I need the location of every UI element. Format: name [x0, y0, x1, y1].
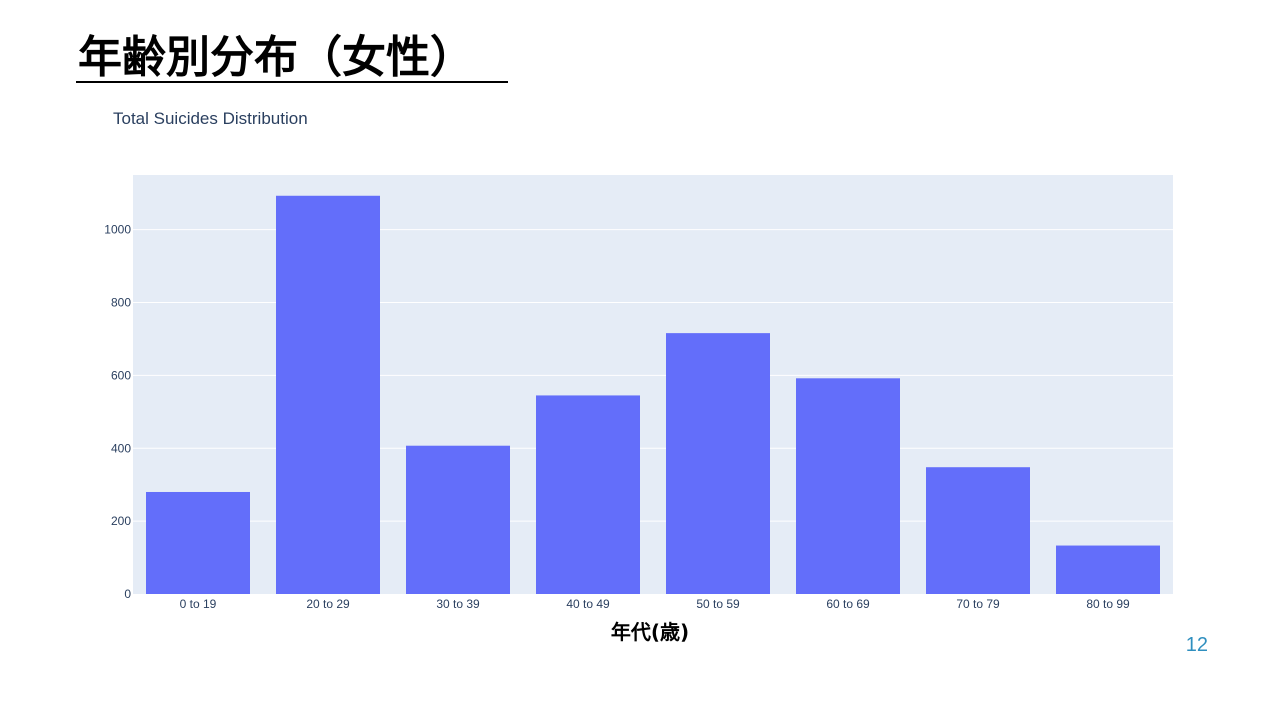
- chart-title: Total Suicides Distribution: [113, 109, 308, 128]
- bar: [146, 491, 250, 594]
- y-tick-labels: 0 200 400 600 800 1000: [104, 223, 131, 601]
- x-tick-label: 70 to 79: [956, 597, 1000, 611]
- x-tick-label: 20 to 29: [306, 597, 350, 611]
- y-tick-label: 0: [124, 587, 131, 601]
- bar: [276, 195, 380, 594]
- y-tick-label: 400: [111, 441, 131, 455]
- y-tick-label: 200: [111, 514, 131, 528]
- x-tick-label: 60 to 69: [826, 597, 870, 611]
- bar-chart: Total Suicides Distribution 0 200 400 600 80…: [104, 109, 1173, 644]
- bar: [1056, 545, 1160, 594]
- x-tick-label: 0 to 19: [180, 597, 217, 611]
- bar: [536, 395, 640, 594]
- y-tick-label: 800: [111, 296, 131, 310]
- x-tick-label: 50 to 59: [696, 597, 740, 611]
- x-axis-label: 年代(歳): [611, 620, 689, 644]
- bar: [406, 445, 510, 594]
- bar: [926, 467, 1030, 594]
- x-tick-label: 30 to 39: [436, 597, 480, 611]
- bar: [666, 333, 770, 594]
- y-tick-label: 1000: [104, 223, 131, 237]
- x-tick-label: 40 to 49: [566, 597, 610, 611]
- x-tick-label: 80 to 99: [1086, 597, 1130, 611]
- x-tick-labels: 0 to 19 20 to 29 30 to 39 40 to 49 50 to 59 6…: [180, 597, 1130, 611]
- page-number: 12: [1185, 634, 1208, 656]
- y-tick-label: 600: [111, 368, 131, 382]
- bar: [796, 378, 900, 594]
